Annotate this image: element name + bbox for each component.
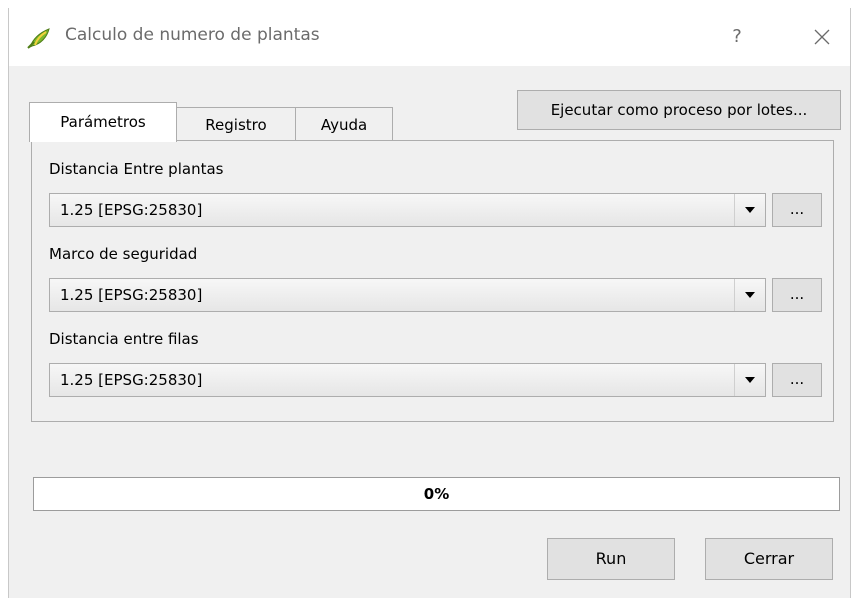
help-button[interactable]: ? (717, 20, 757, 54)
window-title: Calculo de numero de plantas (65, 25, 320, 45)
browse-button-distancia-filas[interactable]: ... (772, 363, 822, 397)
dropdown-arrow-icon[interactable] (734, 194, 765, 226)
combo-distancia-plantas[interactable]: 1.25 [EPSG:25830] (49, 193, 766, 227)
browse-button-distancia-plantas[interactable]: ... (772, 193, 822, 227)
dropdown-arrow-icon[interactable] (734, 364, 765, 396)
tab-parametros[interactable]: Parámetros (29, 102, 177, 142)
dropdown-arrow-icon[interactable] (734, 279, 765, 311)
tab-ayuda[interactable]: Ayuda (295, 107, 393, 141)
combo-distancia-filas[interactable]: 1.25 [EPSG:25830] (49, 363, 766, 397)
combo-value: 1.25 [EPSG:25830] (60, 201, 203, 219)
progress-bar: 0% (33, 477, 840, 511)
combo-value: 1.25 [EPSG:25830] (60, 286, 203, 304)
browse-button-marco-seguridad[interactable]: ... (772, 278, 822, 312)
param-label-distancia-plantas: Distancia Entre plantas (49, 160, 224, 178)
title-bar[interactable]: Calculo de numero de plantas ? (9, 8, 850, 66)
param-label-marco-seguridad: Marco de seguridad (49, 245, 198, 263)
run-button[interactable]: Run (547, 538, 675, 580)
combo-marco-seguridad[interactable]: 1.25 [EPSG:25830] (49, 278, 766, 312)
param-label-distancia-filas: Distancia entre filas (49, 330, 199, 348)
close-window-button[interactable] (802, 20, 842, 54)
close-icon (814, 29, 830, 45)
batch-process-button[interactable]: Ejecutar como proceso por lotes... (517, 90, 841, 130)
tab-registro[interactable]: Registro (175, 107, 297, 141)
dialog-window: Calculo de numero de plantas ? Parámetro… (8, 8, 851, 598)
combo-value: 1.25 [EPSG:25830] (60, 371, 203, 389)
close-button[interactable]: Cerrar (705, 538, 833, 580)
qgis-leaf-icon (27, 27, 53, 49)
progress-label: 0% (423, 485, 450, 503)
